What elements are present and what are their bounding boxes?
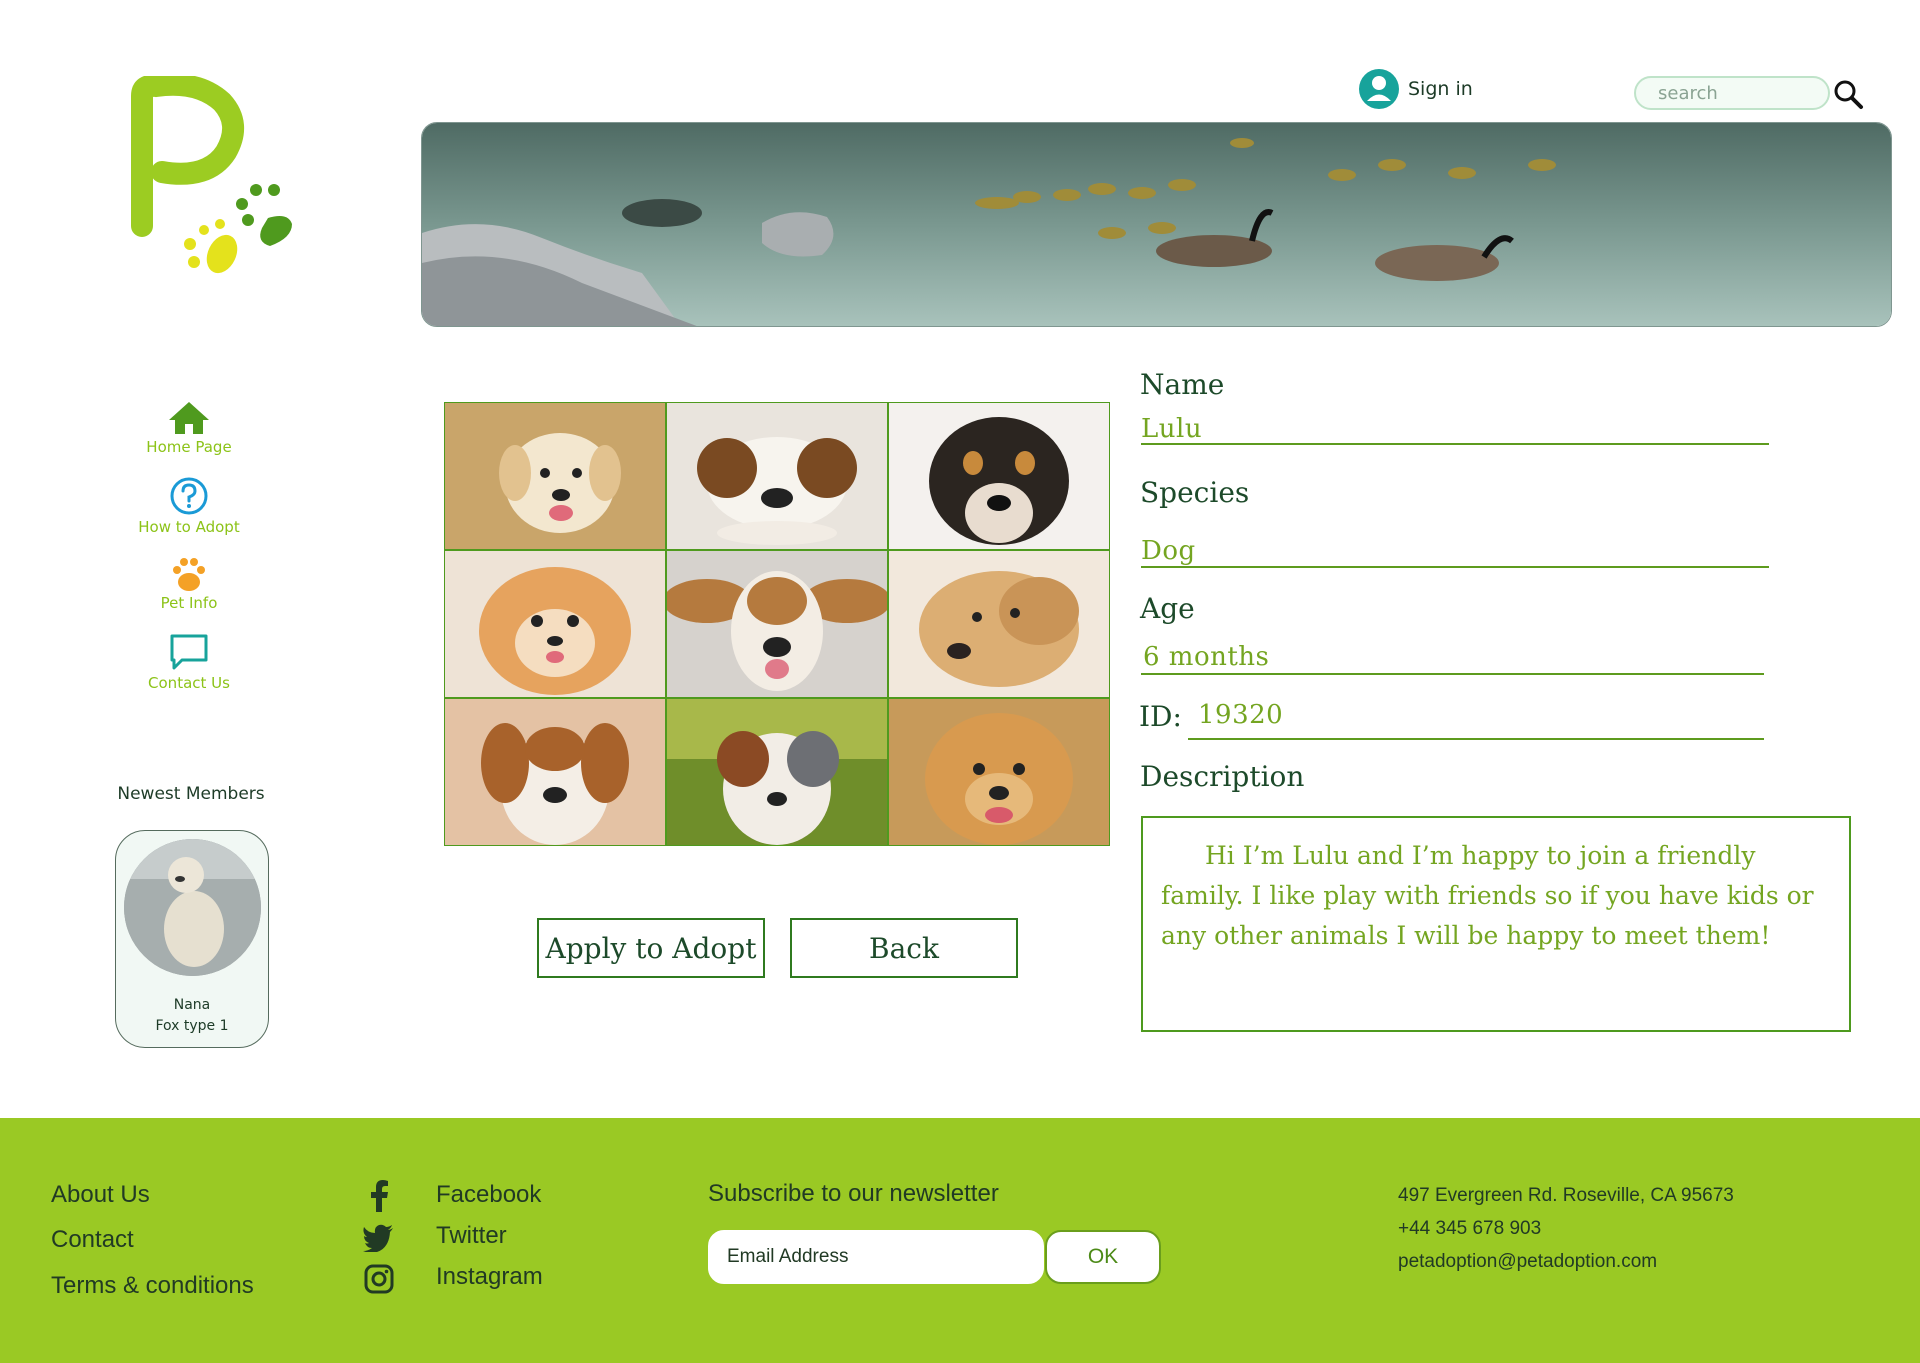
member-type: Fox type 1 (155, 1018, 229, 1034)
member-avatar (124, 839, 261, 976)
user-icon (1359, 69, 1399, 109)
description-text: Hi I’m Lulu and I’m happy to join a frie… (1161, 841, 1814, 950)
pet-photo[interactable] (667, 551, 887, 697)
social-link-twitter[interactable]: Twitter (436, 1222, 507, 1250)
chat-icon (170, 634, 208, 670)
pet-photo[interactable] (445, 699, 665, 845)
name-value: Lulu (1141, 414, 1203, 444)
footer-link-about[interactable]: About Us (51, 1181, 150, 1209)
id-underline (1188, 738, 1764, 740)
species-value: Dog (1141, 536, 1196, 566)
newest-members-title: Newest Members (117, 784, 265, 804)
nav-item-home[interactable]: Home Page (120, 400, 258, 456)
pet-photo[interactable] (445, 551, 665, 697)
nav-item-contact-us[interactable]: Contact Us (120, 632, 258, 692)
age-value: 6 months (1143, 642, 1270, 672)
twitter-icon[interactable] (362, 1224, 394, 1252)
side-nav: Home Page How to Adopt Pet Info Contact … (120, 400, 258, 692)
member-card[interactable]: Nana Fox type 1 (115, 830, 269, 1048)
nav-label-home: Home Page (146, 438, 232, 456)
apply-to-adopt-button[interactable]: Apply to Adopt (537, 918, 765, 978)
site-logo[interactable] (128, 73, 298, 286)
question-icon (170, 477, 208, 515)
pet-photo-grid (444, 402, 1110, 846)
id-label: ID: (1139, 700, 1182, 733)
pet-photo[interactable] (667, 699, 887, 845)
nav-item-pet-info[interactable]: Pet Info (120, 556, 258, 612)
signin-link[interactable]: Sign in (1358, 68, 1473, 110)
footer: About Us Contact Terms & conditions Face… (0, 1118, 1920, 1363)
nav-label-contact-us: Contact Us (148, 674, 230, 692)
footer-address: 497 Evergreen Rd. Roseville, CA 95673 (1398, 1185, 1734, 1206)
search-box (1634, 76, 1830, 110)
description-label: Description (1140, 760, 1305, 793)
nav-label-how-to-adopt: How to Adopt (138, 518, 240, 536)
name-underline (1141, 443, 1769, 445)
newsletter-email-input[interactable] (708, 1230, 1044, 1284)
search-icon[interactable] (1832, 78, 1864, 110)
id-value: 19320 (1198, 700, 1284, 730)
nav-label-pet-info: Pet Info (160, 594, 218, 612)
description-box: Hi I’m Lulu and I’m happy to join a frie… (1141, 816, 1851, 1032)
age-label: Age (1140, 592, 1195, 625)
name-label: Name (1140, 368, 1225, 401)
social-link-instagram[interactable]: Instagram (436, 1263, 543, 1291)
species-label: Species (1140, 476, 1250, 509)
footer-phone: +44 345 678 903 (1398, 1218, 1542, 1239)
pet-photo[interactable] (667, 403, 887, 549)
back-button[interactable]: Back (790, 918, 1018, 978)
pet-photo[interactable] (889, 699, 1109, 845)
footer-email[interactable]: petadoption@petadoption.com (1398, 1251, 1657, 1273)
home-icon (169, 402, 209, 434)
hero-banner (421, 122, 1892, 327)
pet-photo[interactable] (889, 403, 1109, 549)
facebook-icon[interactable] (366, 1180, 394, 1212)
nav-item-how-to-adopt[interactable]: How to Adopt (120, 476, 258, 536)
instagram-icon[interactable] (364, 1264, 394, 1294)
newsletter-title: Subscribe to our newsletter (708, 1180, 999, 1207)
social-link-facebook[interactable]: Facebook (436, 1181, 541, 1209)
pet-photo[interactable] (445, 403, 665, 549)
species-underline (1141, 566, 1769, 568)
paw-icon (173, 558, 205, 591)
footer-link-contact[interactable]: Contact (51, 1226, 134, 1254)
pet-photo[interactable] (889, 551, 1109, 697)
footer-link-terms[interactable]: Terms & conditions (51, 1272, 254, 1300)
search-input[interactable] (1636, 78, 1828, 108)
signin-label: Sign in (1408, 78, 1473, 100)
newsletter-ok-button[interactable]: OK (1045, 1230, 1161, 1284)
age-underline (1141, 673, 1764, 675)
member-name: Nana (173, 997, 211, 1013)
